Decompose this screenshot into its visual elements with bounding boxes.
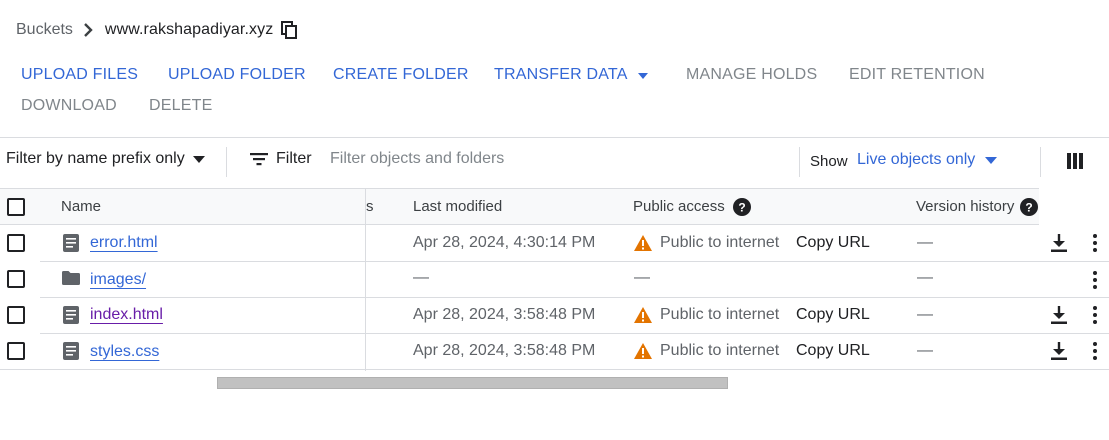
column-header-version-history: Version history? — [916, 198, 1039, 217]
breadcrumb-buckets-link[interactable]: Buckets — [16, 21, 73, 39]
select-all-checkbox[interactable] — [7, 198, 25, 216]
header-actions-spacer — [1039, 188, 1109, 225]
show-label: Show — [810, 153, 848, 170]
download-button[interactable]: DOWNLOAD — [21, 97, 117, 115]
show-select-value: Live objects only — [857, 151, 976, 168]
filter-divider — [226, 147, 227, 177]
warning-icon — [634, 342, 652, 359]
public-access-value: Public to internet — [634, 342, 779, 360]
download-icon[interactable] — [1051, 234, 1067, 252]
last-modified-value: Apr 28, 2024, 3:58:48 PM — [413, 342, 596, 359]
column-header-truncated: s — [366, 198, 374, 215]
object-name-link[interactable]: styles.css — [90, 343, 159, 361]
column-header-name[interactable]: Name — [61, 198, 101, 215]
table-row: index.html Apr 28, 2024, 3:58:48 PM Publ… — [0, 297, 1109, 334]
version-history-value: — — [917, 269, 933, 286]
show-select[interactable]: Live objects only — [857, 151, 998, 169]
row-checkbox[interactable] — [7, 342, 25, 360]
more-vert-icon[interactable] — [1093, 342, 1097, 360]
toolbar-divider — [0, 137, 1109, 138]
table-row: error.html Apr 28, 2024, 4:30:14 PM Publ… — [0, 225, 1109, 262]
last-modified-value: — — [413, 269, 429, 286]
column-header-last-modified[interactable]: Last modified — [413, 198, 502, 215]
row-checkbox[interactable] — [7, 234, 25, 252]
filter-label: Filter — [276, 150, 312, 167]
version-history-label: Version history — [916, 198, 1015, 215]
object-name-link[interactable]: images/ — [90, 271, 146, 289]
transfer-data-button[interactable]: TRANSFER DATA — [494, 66, 648, 84]
manage-holds-button[interactable]: MANAGE HOLDS — [686, 66, 817, 84]
frozen-column-separator — [365, 188, 366, 371]
help-icon[interactable]: ? — [1020, 198, 1039, 217]
copy-url-button[interactable]: Copy URL — [796, 306, 870, 324]
svg-text:?: ? — [1026, 201, 1033, 215]
column-display-icon[interactable] — [1067, 153, 1083, 169]
object-name-link[interactable]: index.html — [90, 306, 163, 324]
filter-button[interactable]: Filter — [250, 150, 312, 168]
transfer-data-label: TRANSFER DATA — [494, 66, 628, 84]
breadcrumb: Buckets www.rakshapadiyar.xyz — [16, 19, 298, 41]
edit-retention-button[interactable]: EDIT RETENTION — [849, 66, 985, 84]
filter-list-icon — [250, 152, 268, 166]
public-access-value: Public to internet — [634, 306, 779, 324]
copy-url-button[interactable]: Copy URL — [796, 342, 870, 360]
upload-folder-button[interactable]: UPLOAD FOLDER — [168, 66, 306, 84]
row-checkbox[interactable] — [7, 270, 25, 288]
warning-icon — [634, 306, 652, 323]
table-row: styles.css Apr 28, 2024, 3:58:48 PM Publ… — [0, 333, 1109, 370]
version-history-value: — — [917, 342, 933, 359]
public-access-text: Public to internet — [660, 234, 780, 251]
public-access-text: Public to internet — [660, 342, 780, 359]
svg-text:?: ? — [738, 201, 745, 215]
filter-prefix-dropdown[interactable]: Filter by name prefix only — [6, 150, 205, 168]
more-vert-icon[interactable] — [1093, 234, 1097, 252]
more-vert-icon[interactable] — [1093, 271, 1097, 289]
filter-prefix-label: Filter by name prefix only — [6, 150, 185, 167]
public-access-label: Public access — [633, 198, 725, 215]
folder-icon — [62, 271, 80, 285]
copy-icon[interactable] — [281, 21, 298, 39]
file-icon — [63, 342, 79, 360]
horizontal-scrollbar-thumb[interactable] — [217, 377, 728, 389]
column-header-public-access: Public access? — [633, 198, 751, 217]
file-icon — [63, 234, 79, 252]
chevron-right-icon — [83, 23, 93, 37]
table-row: images/ — — — — [0, 261, 1109, 298]
public-access-text: Public to internet — [660, 306, 780, 323]
create-folder-button[interactable]: CREATE FOLDER — [333, 66, 469, 84]
download-icon[interactable] — [1051, 342, 1067, 360]
version-history-value: — — [917, 234, 933, 251]
upload-files-button[interactable]: UPLOAD FILES — [21, 66, 138, 84]
public-access-value: Public to internet — [634, 234, 779, 252]
last-modified-value: Apr 28, 2024, 4:30:14 PM — [413, 234, 596, 251]
public-access-value: — — [634, 269, 650, 286]
more-vert-icon[interactable] — [1093, 306, 1097, 324]
row-checkbox[interactable] — [7, 306, 25, 324]
columns-divider — [1040, 147, 1041, 177]
table-header: Name s Last modified Public access? Vers… — [0, 188, 1109, 225]
object-name-link[interactable]: error.html — [90, 234, 158, 252]
warning-icon — [634, 234, 652, 251]
breadcrumb-bucket-name: www.rakshapadiyar.xyz — [104, 21, 274, 38]
version-history-value: — — [917, 306, 933, 323]
last-modified-value: Apr 28, 2024, 3:58:48 PM — [413, 306, 596, 323]
delete-button[interactable]: DELETE — [149, 97, 212, 115]
caret-down-icon — [192, 155, 205, 163]
help-icon[interactable]: ? — [732, 198, 751, 217]
caret-down-icon — [637, 66, 648, 84]
file-icon — [63, 306, 79, 324]
copy-url-button[interactable]: Copy URL — [796, 234, 870, 252]
show-divider — [799, 147, 800, 177]
download-icon[interactable] — [1051, 306, 1067, 324]
caret-down-icon — [985, 156, 998, 164]
row-divider — [0, 369, 1109, 370]
filter-input[interactable] — [330, 150, 770, 168]
